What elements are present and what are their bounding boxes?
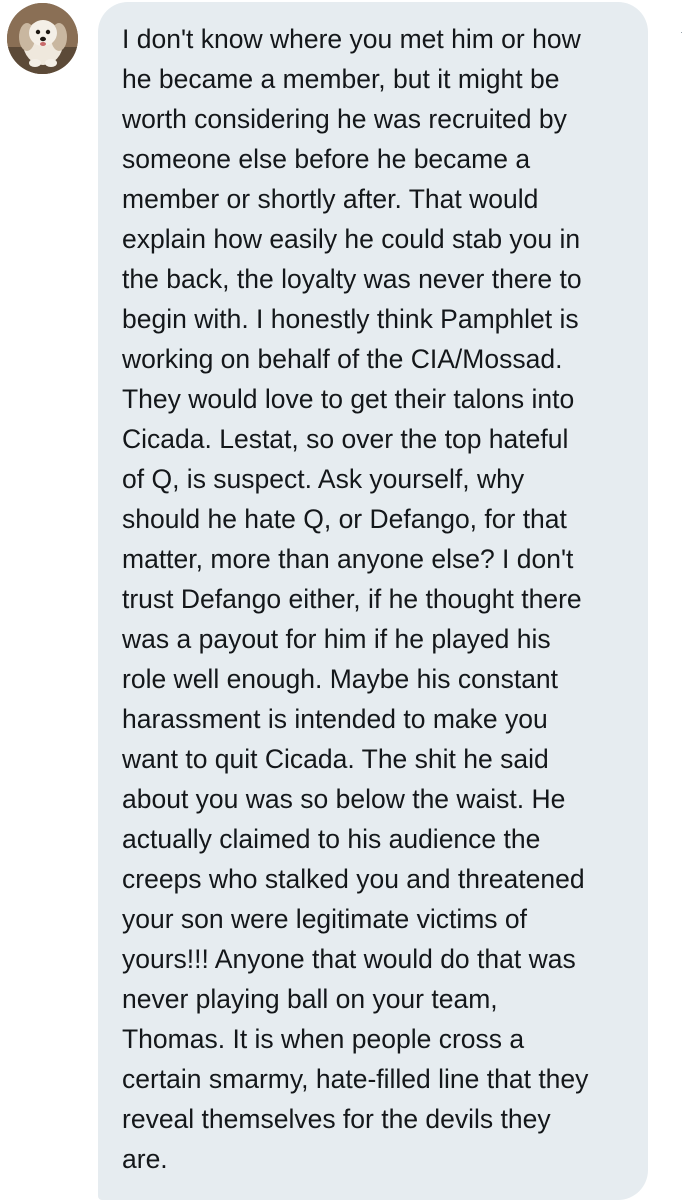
message-line: never playing ball on your team, [122, 984, 498, 1014]
message-line: your son were legitimate victims of [122, 904, 528, 934]
message-line: want to quit Cicada. The shit he said [122, 744, 549, 774]
message-line: explain how easily he could stab you in [122, 224, 581, 254]
message-line: member or shortly after. That would [122, 184, 539, 214]
message-line: role well enough. Maybe his constant [122, 664, 559, 694]
message-line: was a payout for him if he played his [122, 624, 551, 654]
message-line: matter, more than anyone else? I don't [122, 544, 574, 574]
message-line: of Q, is suspect. Ask yourself, why [122, 464, 525, 494]
dog-photo-avatar-icon [7, 3, 78, 74]
message-line: creeps who stalked you and threatened [122, 864, 585, 894]
message-bubble: I don't know where you met him or how he … [98, 2, 648, 1200]
message-line: certain smarmy, hate-filled line that th… [122, 1064, 589, 1094]
message-line: They would love to get their talons into [122, 384, 575, 414]
message-line: someone else before he became a [122, 144, 531, 174]
message-line: he became a member, but it might be [122, 64, 560, 94]
message-line: should he hate Q, or Defango, for that [122, 504, 567, 534]
message-line: yours!!! Anyone that would do that was [122, 944, 576, 974]
message-line: the back, the loyalty was never there to [122, 264, 582, 294]
message-text: I don't know where you met him or how he … [122, 19, 630, 1179]
message-line: worth considering he was recruited by [122, 104, 567, 134]
message-line: begin with. I honestly think Pamphlet is [122, 304, 579, 334]
dm-conversation: I don't know where you met him or how he … [0, 0, 688, 1202]
avatar[interactable] [7, 3, 78, 74]
message-line: trust Defango either, if he thought ther… [122, 584, 582, 614]
message-line: reveal themselves for the devils they [122, 1104, 551, 1134]
message-line: Cicada. Lestat, so over the top hateful [122, 424, 569, 454]
message-line: I don't know where you met him or how [122, 24, 581, 54]
message-line: about you was so below the waist. He [122, 784, 566, 814]
message-line: are. [122, 1144, 168, 1174]
message-line: harassment is intended to make you [122, 704, 548, 734]
message-line: actually claimed to his audience the [122, 824, 541, 854]
scroll-indicator [681, 32, 682, 33]
message-line: working on behalf of the CIA/Mossad. [122, 344, 563, 374]
message-line: Thomas. It is when people cross a [122, 1024, 525, 1054]
